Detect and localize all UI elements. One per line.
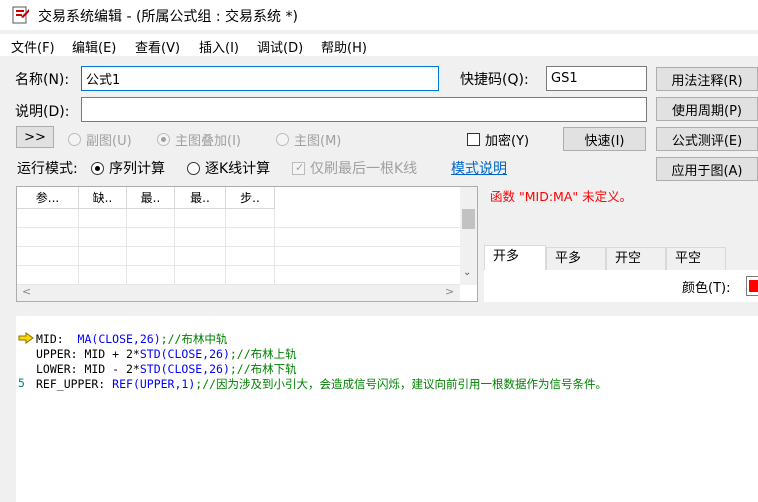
sequential-radio[interactable]: 序列计算 — [91, 158, 165, 178]
table-row[interactable] — [17, 247, 460, 266]
column-divider — [126, 209, 127, 287]
code-editor[interactable]: MID: MA(CLOSE,26);//布林中轨 UPPER: MID + 2*… — [16, 316, 758, 502]
error-message: 函数 "MID:MA" 未定义。 — [490, 189, 633, 204]
usage-notes-button[interactable]: 用法注释(R) — [656, 67, 758, 91]
per-bar-label: 逐K线计算 — [205, 161, 271, 177]
tab-open-short[interactable]: 开空 — [606, 247, 666, 270]
tab-close-long[interactable]: 平多 — [546, 247, 606, 270]
radio-circle — [157, 133, 170, 146]
check-mark-icon: ✓ — [295, 160, 305, 174]
radio-circle — [91, 161, 104, 175]
description-label: 说明(D): — [15, 104, 70, 120]
main-chart-label: 主图(M) — [294, 134, 342, 149]
color-swatch — [749, 280, 758, 292]
table-row[interactable] — [17, 209, 460, 228]
signal-tabs: 开多 平多 开空 平空 — [484, 245, 758, 270]
menu-insert[interactable]: 插入(I) — [199, 37, 239, 56]
table-row[interactable] — [17, 266, 460, 285]
column-divider — [78, 209, 79, 287]
current-line-arrow-icon — [18, 332, 34, 344]
shortcut-input[interactable] — [546, 66, 647, 91]
description-input[interactable] — [81, 97, 647, 122]
sequential-label: 序列计算 — [109, 161, 165, 177]
encrypt-label: 加密(Y) — [485, 134, 530, 149]
line-number: 5 — [18, 376, 25, 390]
menu-edit[interactable]: 编辑(E) — [72, 37, 116, 56]
parameter-table: 参... 缺.. 最.. 最.. 步.. ⌄ < > — [16, 186, 478, 302]
period-button[interactable]: 使用周期(P) — [656, 97, 758, 121]
refresh-last-label: 仅刷最后一根K线 — [310, 161, 418, 177]
radio-circle — [276, 133, 289, 146]
tab-open-long[interactable]: 开多 — [484, 245, 546, 270]
code-line: LOWER: MID - 2*STD(CLOSE,26);//布林下轨 — [36, 362, 297, 376]
table-header[interactable]: 最.. — [127, 187, 175, 209]
menu-bar: 文件(F) 编辑(E) 查看(V) 插入(I) 调试(D) 帮助(H) — [0, 34, 758, 56]
apply-to-chart-button[interactable]: 应用于图(A) — [656, 157, 758, 181]
sub-chart-radio[interactable]: 副图(U) — [68, 130, 132, 149]
table-header[interactable]: 参... — [17, 187, 79, 209]
encrypt-checkbox[interactable]: 加密(Y) — [467, 130, 529, 149]
scrollbar-thumb[interactable] — [462, 209, 475, 229]
menu-view[interactable]: 查看(V) — [135, 37, 180, 56]
horizontal-scrollbar[interactable]: < > — [17, 285, 460, 301]
chevron-right-icon[interactable]: > — [445, 285, 454, 298]
formula-test-button[interactable]: 公式测评(E) — [656, 127, 758, 151]
quick-button[interactable]: 快速(I) — [563, 127, 646, 151]
main-overlay-radio[interactable]: 主图叠加(I) — [157, 130, 241, 149]
shortcut-label: 快捷码(Q): — [460, 72, 529, 88]
vertical-scrollbar[interactable]: ⌄ — [460, 187, 477, 285]
color-picker[interactable] — [746, 276, 758, 296]
table-header[interactable]: 步.. — [226, 187, 275, 209]
column-divider — [174, 209, 175, 287]
menu-file[interactable]: 文件(F) — [11, 37, 55, 56]
refresh-last-checkbox[interactable]: ✓ 仅刷最后一根K线 — [292, 158, 417, 178]
table-row[interactable] — [17, 228, 460, 247]
radio-circle — [187, 161, 200, 175]
chevron-down-icon[interactable]: ⌄ — [463, 267, 471, 278]
per-bar-radio[interactable]: 逐K线计算 — [187, 158, 270, 178]
run-mode-label: 运行模式: — [17, 161, 78, 177]
checkbox-box: ✓ — [292, 160, 305, 175]
signal-panel: 颜色(T): — [484, 270, 758, 302]
color-label: 颜色(T): — [682, 281, 731, 296]
sub-chart-label: 副图(U) — [86, 134, 132, 149]
name-input[interactable] — [81, 66, 439, 91]
code-line: UPPER: MID + 2*STD(CLOSE,26);//布林上轨 — [36, 347, 297, 361]
code-line: MID: MA(CLOSE,26);//布林中轨 — [36, 332, 228, 346]
tab-close-short[interactable]: 平空 — [666, 247, 726, 270]
menu-help[interactable]: 帮助(H) — [321, 37, 367, 56]
column-divider — [225, 209, 226, 287]
mode-help-link[interactable]: 模式说明 — [451, 158, 507, 178]
table-header[interactable]: 缺.. — [79, 187, 127, 209]
name-label: 名称(N): — [15, 72, 70, 88]
code-line: REF_UPPER: REF(UPPER,1);//因为涉及到小引大，会造成信号… — [36, 377, 608, 391]
column-divider — [274, 209, 275, 287]
main-chart-radio[interactable]: 主图(M) — [276, 130, 341, 149]
chevron-left-icon[interactable]: < — [22, 285, 31, 298]
main-overlay-label: 主图叠加(I) — [175, 134, 241, 149]
window-title: 交易系统编辑 - (所属公式组 : 交易系统 *) — [38, 9, 298, 25]
menu-debug[interactable]: 调试(D) — [257, 37, 303, 56]
checkbox-box — [467, 133, 480, 146]
table-header[interactable]: 最.. — [175, 187, 226, 209]
app-icon — [12, 6, 29, 24]
expand-button[interactable]: >> — [16, 126, 54, 148]
radio-circle — [68, 133, 81, 146]
